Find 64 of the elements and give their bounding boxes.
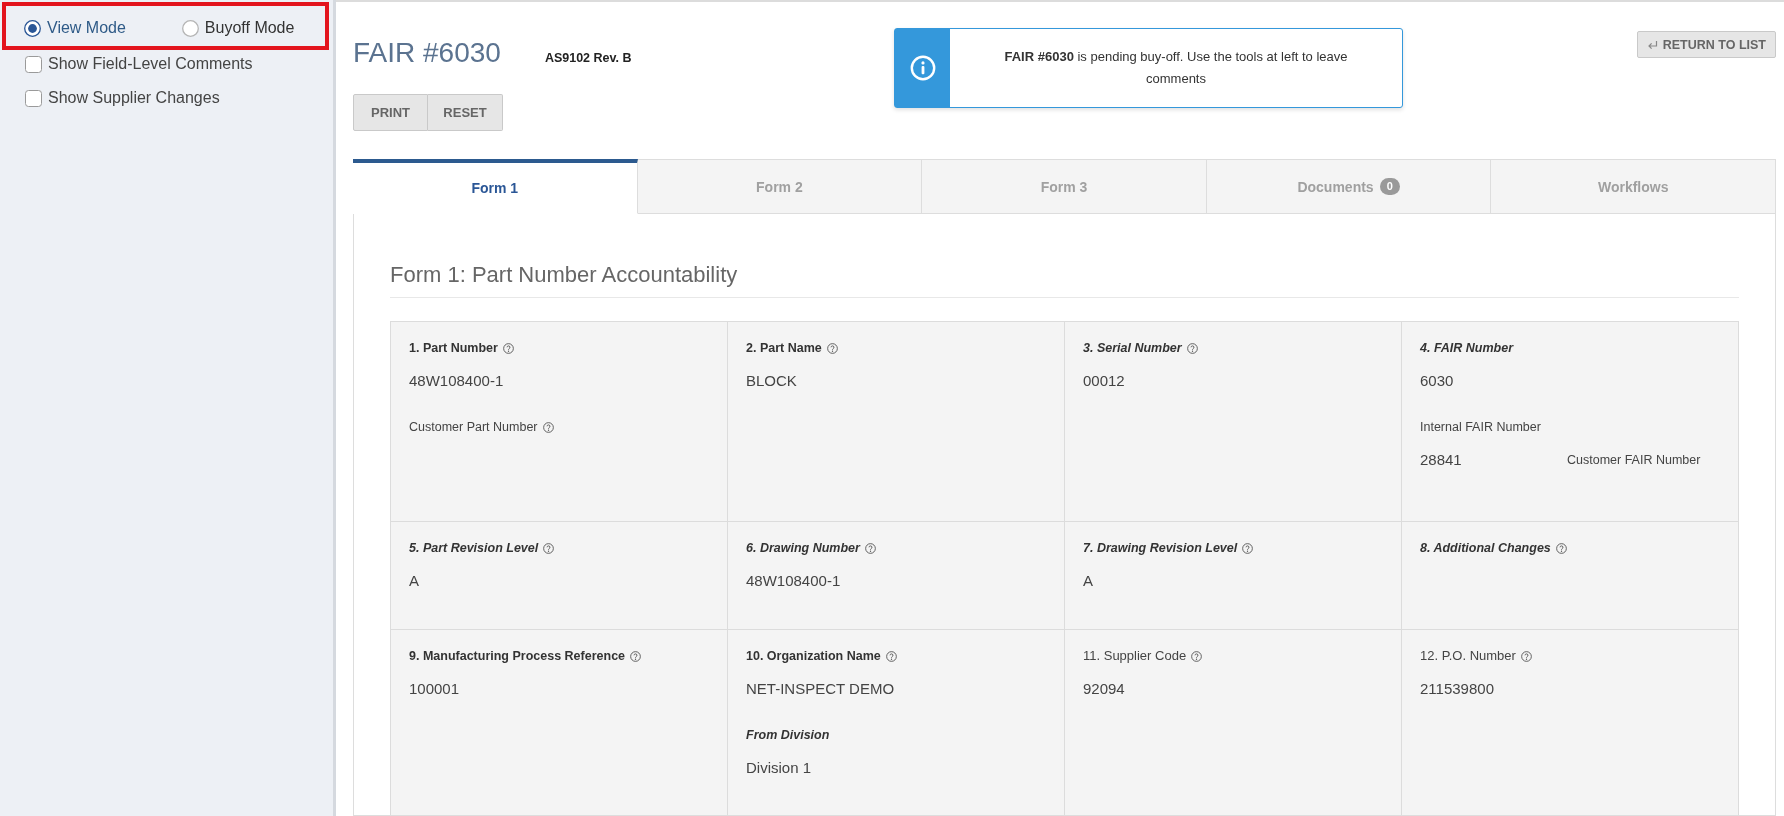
field-value: 211539800 — [1420, 679, 1495, 699]
field-value: NET-INSPECT DEMO — [746, 679, 896, 699]
field-value: 92094 — [1083, 679, 1126, 699]
radio-icon[interactable] — [24, 19, 41, 37]
help-icon[interactable] — [1186, 342, 1198, 354]
field-label: 6. Drawing Number — [746, 540, 860, 557]
form-heading: Form 1: Part Number Accountability — [390, 261, 1739, 298]
field-value: 6030 — [1420, 371, 1455, 391]
tab[interactable]: Form 1 — [353, 159, 638, 214]
info-icon — [909, 55, 936, 81]
field-label: 11. Supplier Code — [1083, 647, 1187, 665]
field-label: 7. Drawing Revision Level — [1083, 540, 1238, 557]
checkbox-icon[interactable] — [25, 55, 42, 73]
field-value: 28841 — [1420, 450, 1463, 470]
help-icon[interactable] — [1555, 542, 1567, 554]
field-value: 48W108400-1 — [409, 371, 505, 391]
field-label: 4. FAIR Number — [1420, 340, 1514, 357]
radio-icon[interactable] — [181, 19, 199, 37]
field-label: 5. Part Revision Level — [409, 540, 539, 557]
standard-label: AS9102 Rev. B — [544, 51, 632, 65]
field-label: 10. Organization Name — [746, 648, 881, 665]
help-icon[interactable] — [502, 342, 514, 354]
field-label: 1. Part Number — [409, 340, 498, 357]
field-value: A — [409, 571, 420, 591]
field-value: A — [1083, 571, 1094, 591]
tab[interactable]: Documents 0 — [1206, 159, 1492, 214]
option-checkbox[interactable]: Show Supplier Changes — [25, 81, 220, 115]
count-badge: 0 — [1379, 178, 1400, 195]
field-value: 48W108400-1 — [746, 571, 842, 591]
field-value: 100001 — [409, 679, 461, 699]
help-icon[interactable] — [1520, 650, 1532, 662]
field-label: Internal FAIR Number — [1420, 419, 1541, 436]
action-button[interactable]: PRINT — [353, 94, 428, 131]
help-icon[interactable] — [1242, 542, 1254, 554]
mode-radio[interactable]: View Mode — [24, 19, 126, 37]
help-icon[interactable] — [885, 650, 897, 662]
tab[interactable]: Form 3 — [922, 159, 1207, 214]
field-value: Division 1 — [746, 758, 813, 778]
field-label: 8. Additional Changes — [1420, 540, 1551, 557]
return-button[interactable]: RETURN TO LIST — [1636, 31, 1776, 58]
field-label: 9. Manufacturing Process Reference — [409, 648, 626, 665]
page-title: FAIR #6030 — [353, 36, 501, 70]
help-icon[interactable] — [1191, 650, 1203, 662]
alert-message: FAIR #6030 is pending buy-off. Use the tools at left to leave comments — [1003, 48, 1349, 88]
field-label: Customer FAIR Number — [1567, 452, 1702, 469]
action-button[interactable]: RESET — [428, 94, 503, 131]
field-label: 2. Part Name — [746, 340, 822, 357]
tab[interactable]: Workflows — [1491, 159, 1776, 214]
help-icon[interactable] — [630, 650, 642, 662]
field-label: Customer Part Number — [409, 419, 538, 436]
tab[interactable]: Form 2 — [637, 159, 923, 214]
field-label: 3. Serial Number — [1083, 340, 1182, 357]
help-icon[interactable] — [864, 542, 876, 554]
field-label: 12. P.O. Number — [1420, 647, 1516, 665]
return-icon — [1646, 39, 1658, 50]
mode-radio[interactable]: Buyoff Mode — [181, 19, 295, 37]
option-checkbox[interactable]: Show Field-Level Comments — [25, 47, 253, 81]
field-label: From Division — [746, 727, 830, 744]
field-value: 00012 — [1083, 371, 1126, 391]
help-icon[interactable] — [543, 542, 555, 554]
help-icon[interactable] — [542, 421, 554, 433]
field-value: BLOCK — [746, 371, 798, 391]
checkbox-icon[interactable] — [25, 89, 42, 107]
help-icon[interactable] — [826, 342, 838, 354]
